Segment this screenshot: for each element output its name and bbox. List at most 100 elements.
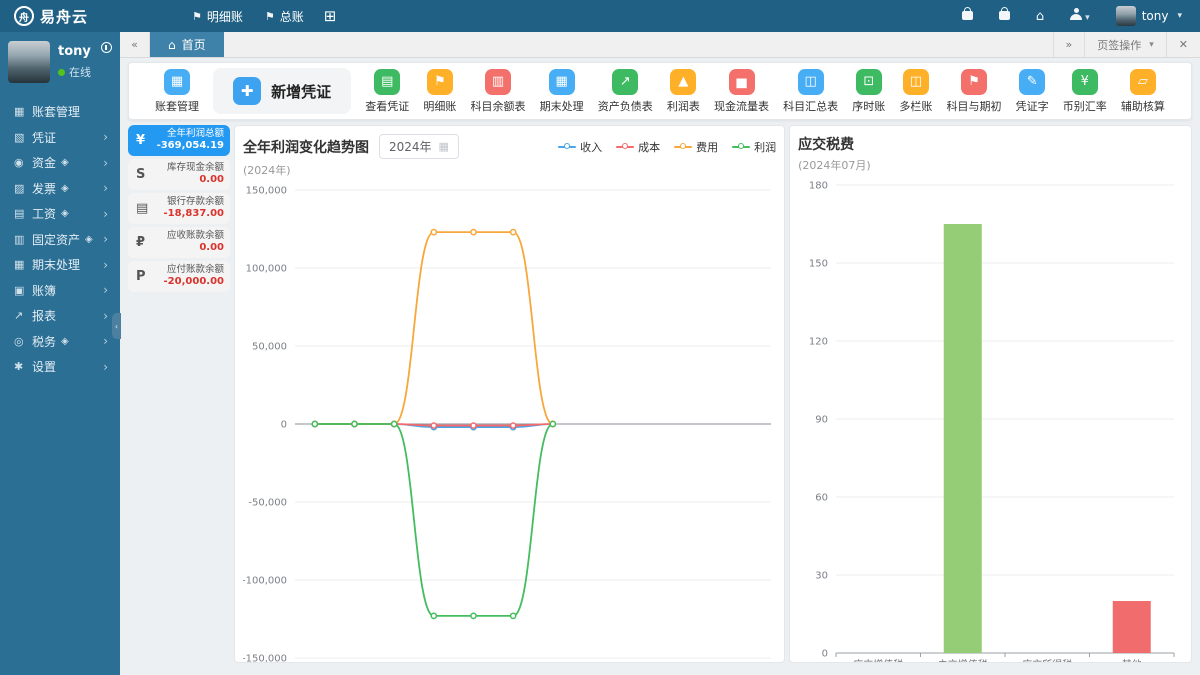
- legend-marker-icon: [616, 143, 634, 151]
- legend-item[interactable]: 收入: [558, 139, 602, 155]
- toolbar-item-period-end[interactable]: ▦ 期末处理: [540, 69, 584, 114]
- sidebar-item-salary[interactable]: ▤ 工资 ◈ ›: [0, 201, 120, 227]
- sidebar-user-block[interactable]: tony 在线: [0, 32, 120, 91]
- chevron-right-icon: ›: [103, 130, 108, 144]
- toolbar-item-subject-sum[interactable]: ◫ 科目汇总表: [783, 69, 838, 114]
- sidebar-item-settings[interactable]: ✱ 设置 ›: [0, 354, 120, 380]
- summary-card-icon: ▤: [136, 201, 154, 216]
- premium-gem-icon: ◈: [61, 183, 69, 194]
- sidebar-item-icon: ▨: [14, 182, 32, 195]
- toolbar-item-subject-init[interactable]: ⚑ 科目与期初: [947, 69, 1002, 114]
- chevron-right-icon: ›: [103, 258, 108, 272]
- premium-gem-icon: ◈: [61, 336, 69, 347]
- legend-item[interactable]: 成本: [616, 139, 660, 155]
- legend-item[interactable]: 费用: [674, 139, 718, 155]
- brand[interactable]: 舟 易舟云: [0, 6, 120, 27]
- online-status: 在线: [69, 64, 91, 80]
- tab-operations-dropdown[interactable]: 页签操作 ▾: [1084, 32, 1166, 57]
- user-menu[interactable]: tony ▾: [1116, 6, 1182, 26]
- premium-gem-icon: ◈: [61, 157, 69, 168]
- summary-card-payable[interactable]: P 应付账款余额 -20,000.00: [128, 261, 230, 292]
- sidebar-item-fixed-assets[interactable]: ▥ 固定资产 ◈ ›: [0, 227, 120, 253]
- toolbar-item-icon: ▥: [485, 69, 511, 95]
- legend-marker-icon: [674, 143, 692, 151]
- bookmark-icon: ⚑: [265, 10, 275, 23]
- legend-item[interactable]: 利润: [732, 139, 776, 155]
- year-picker[interactable]: 2024年 ▦: [379, 134, 459, 159]
- sidebar-item-account-sets[interactable]: ▦ 账套管理: [0, 99, 120, 125]
- bag-icon[interactable]: [999, 9, 1010, 24]
- bag-icon[interactable]: [962, 9, 973, 24]
- account-icon[interactable]: ▾: [1070, 8, 1090, 24]
- svg-text:60: 60: [815, 493, 828, 504]
- sidebar-item-period-end[interactable]: ▦ 期末处理 ›: [0, 252, 120, 278]
- summary-card-annual-profit[interactable]: ¥ 全年利润总额 -369,054.19: [128, 125, 230, 156]
- chevron-right-icon: ›: [103, 360, 108, 374]
- toolbar-item-voucher-word[interactable]: ✎ 凭证字: [1016, 69, 1049, 114]
- toolbar-item-icon: ↗: [612, 69, 638, 95]
- toolbar-item-view-voucher[interactable]: ▤ 查看凭证: [365, 69, 409, 114]
- toolbar-item-icon: ▲: [670, 69, 696, 95]
- home-icon[interactable]: ⌂: [1036, 9, 1044, 24]
- bar-chart-title: 应交税费: [798, 134, 854, 154]
- toolbar-item-icon: ▤: [374, 69, 400, 95]
- toolbar-item-journal[interactable]: ⊡ 序时账: [852, 69, 885, 114]
- user-name: tony: [1142, 9, 1169, 23]
- line-chart-title: 全年利润变化趋势图: [243, 137, 369, 157]
- toolbar-item-detail-ledger[interactable]: ⚑ 明细账: [423, 69, 456, 114]
- toolbar-item-multi-column[interactable]: ◫ 多栏账: [899, 69, 932, 114]
- sidebar-item-tax[interactable]: ◎ 税务 ◈ ›: [0, 329, 120, 355]
- new-voucher-button[interactable]: ✚ 新增凭证: [213, 68, 351, 114]
- summary-card-icon: P: [136, 269, 154, 284]
- sidebar-item-invoices[interactable]: ▨ 发票 ◈ ›: [0, 176, 120, 202]
- apps-grid-icon[interactable]: ⊞: [324, 7, 337, 25]
- sidebar-item-funds[interactable]: ◉ 资金 ◈ ›: [0, 150, 120, 176]
- sidebar-item-reports[interactable]: ↗ 报表 ›: [0, 303, 120, 329]
- avatar: [1116, 6, 1136, 26]
- sidebar-item-icon: ▦: [14, 105, 32, 118]
- topbar: 舟 易舟云 ⚑ 明细账 ⚑ 总账 ⊞ ⌂ ▾ tony ▾: [0, 0, 1200, 32]
- tabs-collapse-button[interactable]: «: [120, 32, 150, 57]
- sidebar-item-icon: ▣: [14, 284, 32, 297]
- toolbar-item-aux-accounting[interactable]: ▱ 辅助核算: [1121, 69, 1165, 114]
- tab-home[interactable]: ⌂ 首页: [150, 32, 224, 57]
- sidebar-item-icon: ▤: [14, 207, 32, 220]
- sidebar-item-ledgers[interactable]: ▣ 账簿 ›: [0, 278, 120, 304]
- toolbar-item-currency-rate[interactable]: ¥ 币别汇率: [1063, 69, 1107, 114]
- chevron-right-icon: ›: [103, 156, 108, 170]
- chevron-right-icon: ›: [103, 207, 108, 221]
- tax-bar-chart: 1801501209060300应交增值税未交增值税应交所得税其他: [798, 173, 1180, 663]
- summary-card-cash-balance[interactable]: S 库存现金余额 0.00: [128, 159, 230, 190]
- tabs-forward-button[interactable]: »: [1053, 32, 1085, 57]
- legend-marker-icon: [732, 143, 750, 151]
- chevron-down-icon: ▾: [1149, 40, 1154, 50]
- summary-column: ¥ 全年利润总额 -369,054.19 S 库存现金余额 0.00 ▤ 银行存…: [128, 125, 230, 663]
- sidebar-item-icon: ◉: [14, 156, 32, 169]
- avatar: [8, 41, 50, 83]
- home-icon: ⌂: [168, 38, 176, 52]
- summary-card-bank-balance[interactable]: ▤ 银行存款余额 -18,837.00: [128, 193, 230, 224]
- toolbar-item-cash-flow[interactable]: ▅ 现金流量表: [714, 69, 769, 114]
- toolbar-item-balance-table[interactable]: ▥ 科目余额表: [471, 69, 526, 114]
- user-info-badge-icon[interactable]: [101, 42, 112, 53]
- chevron-right-icon: ›: [103, 334, 108, 348]
- premium-gem-icon: ◈: [61, 208, 69, 219]
- sidebar-user-name: tony: [58, 44, 91, 59]
- tax-card: 应交税费 (2024年07月) 1801501209060300应交增值税未交增…: [789, 125, 1192, 663]
- toolbar-item-income-stmt[interactable]: ▲ 利润表: [667, 69, 700, 114]
- toolbar-item-icon: ▅: [729, 69, 755, 95]
- toolbar-item-icon: ✎: [1019, 69, 1045, 95]
- sidebar-collapse-handle[interactable]: ‹: [112, 313, 121, 339]
- main-content: ▦ 账套管理 ✚ 新增凭证 ▤ 查看凭证 ⚑ 明细账 ▥ 科目余额表 ▦ 期末处…: [120, 58, 1200, 675]
- sidebar-item-vouchers[interactable]: ▧ 凭证 ›: [0, 125, 120, 151]
- topbar-menu-item[interactable]: ⚑ 明细账: [192, 8, 243, 25]
- svg-text:0: 0: [822, 649, 828, 660]
- chevron-right-icon: ›: [103, 309, 108, 323]
- topbar-menu-item[interactable]: ⚑ 总账: [265, 8, 304, 25]
- tabbar: « ⌂ 首页 » 页签操作 ▾ ✕: [120, 32, 1200, 58]
- tab-close-button[interactable]: ✕: [1166, 32, 1200, 57]
- toolbar-item-balance-sheet[interactable]: ↗ 资产负债表: [598, 69, 653, 114]
- summary-card-icon: ₽: [136, 235, 154, 250]
- summary-card-receivable[interactable]: ₽ 应收账款余额 0.00: [128, 227, 230, 258]
- toolbar-item-account-sets[interactable]: ▦ 账套管理: [155, 69, 199, 114]
